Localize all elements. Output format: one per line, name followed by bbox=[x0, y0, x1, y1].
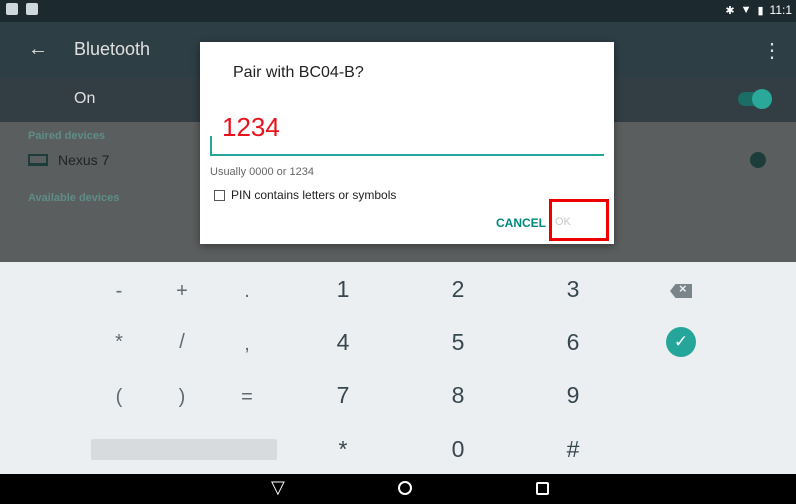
gear-icon[interactable] bbox=[750, 152, 766, 168]
ok-highlight-box bbox=[549, 199, 609, 241]
backspace-icon bbox=[670, 284, 692, 298]
nav-back-icon[interactable]: ▽ bbox=[271, 477, 285, 498]
key-3[interactable]: 3 bbox=[543, 269, 603, 309]
key-6[interactable]: 6 bbox=[543, 322, 603, 362]
device-name: Nexus 7 bbox=[58, 152, 110, 168]
page-title: Bluetooth bbox=[74, 39, 151, 59]
back-arrow-icon[interactable]: ← bbox=[28, 38, 48, 61]
key-0[interactable]: 0 bbox=[428, 429, 488, 469]
notification-icons bbox=[6, 3, 38, 15]
numeric-keyboard: - + . 1 2 3 * / , 4 5 6 ✓ ( ) = 7 8 9 * … bbox=[0, 262, 796, 474]
bluetooth-toggle[interactable] bbox=[738, 89, 772, 109]
navigation-bar: ▽ bbox=[0, 474, 796, 504]
bluetooth-icon: ✱ bbox=[725, 4, 735, 17]
cancel-button[interactable]: CANCEL bbox=[496, 216, 546, 230]
status-icons: ✱ ▼ ▮ 11:1 bbox=[725, 3, 792, 17]
key-8[interactable]: 8 bbox=[428, 375, 488, 415]
paired-devices-header: Paired devices bbox=[28, 130, 106, 142]
key-2[interactable]: 2 bbox=[428, 269, 488, 309]
paired-device-item[interactable]: Nexus 7 bbox=[28, 152, 109, 168]
available-devices-header: Available devices bbox=[28, 192, 120, 204]
key-asterisk[interactable]: * bbox=[89, 322, 149, 362]
laptop-icon bbox=[28, 154, 48, 166]
key-7[interactable]: 7 bbox=[313, 375, 373, 415]
key-period[interactable]: . bbox=[217, 271, 277, 311]
key-asterisk-2[interactable]: * bbox=[313, 429, 373, 469]
clock: 11:1 bbox=[769, 3, 792, 17]
key-open-paren[interactable]: ( bbox=[89, 377, 149, 417]
key-5[interactable]: 5 bbox=[428, 322, 488, 362]
check-circle-icon: ✓ bbox=[666, 327, 696, 357]
key-9[interactable]: 9 bbox=[543, 375, 603, 415]
space-key[interactable] bbox=[91, 439, 277, 460]
pin-value: 1234 bbox=[222, 112, 280, 142]
done-key[interactable]: ✓ bbox=[651, 322, 711, 362]
backspace-key[interactable] bbox=[651, 271, 711, 311]
key-close-paren[interactable]: ) bbox=[152, 377, 212, 417]
wifi-icon: ▼ bbox=[740, 4, 752, 16]
key-4[interactable]: 4 bbox=[313, 322, 373, 362]
dialog-title: Pair with BC04-B? bbox=[233, 64, 364, 81]
pin-letters-checkbox[interactable] bbox=[214, 189, 225, 201]
key-minus[interactable]: - bbox=[89, 271, 149, 311]
battery-icon: ▮ bbox=[757, 4, 764, 17]
key-slash[interactable]: / bbox=[152, 322, 212, 362]
more-options-icon[interactable]: ⋮ bbox=[762, 38, 782, 63]
key-comma[interactable]: , bbox=[217, 324, 277, 364]
nav-recents-icon[interactable] bbox=[536, 482, 549, 495]
key-equals[interactable]: = bbox=[217, 377, 277, 417]
key-plus[interactable]: + bbox=[152, 271, 212, 311]
key-hash[interactable]: # bbox=[543, 429, 603, 469]
switch-label: On bbox=[74, 90, 96, 107]
checkbox-label: PIN contains letters or symbols bbox=[231, 188, 397, 202]
image-notification-icon bbox=[26, 3, 38, 15]
nav-home-icon[interactable] bbox=[398, 481, 412, 495]
text-caret bbox=[210, 136, 212, 154]
android-notification-icon bbox=[6, 3, 18, 15]
pin-hint: Usually 0000 or 1234 bbox=[210, 166, 314, 178]
status-bar: ✱ ▼ ▮ 11:1 bbox=[0, 0, 796, 22]
pairing-dialog: Pair with BC04-B? 1234 Usually 0000 or 1… bbox=[200, 42, 614, 244]
pin-letters-checkbox-row[interactable]: PIN contains letters or symbols bbox=[214, 188, 396, 202]
key-1[interactable]: 1 bbox=[313, 269, 373, 309]
